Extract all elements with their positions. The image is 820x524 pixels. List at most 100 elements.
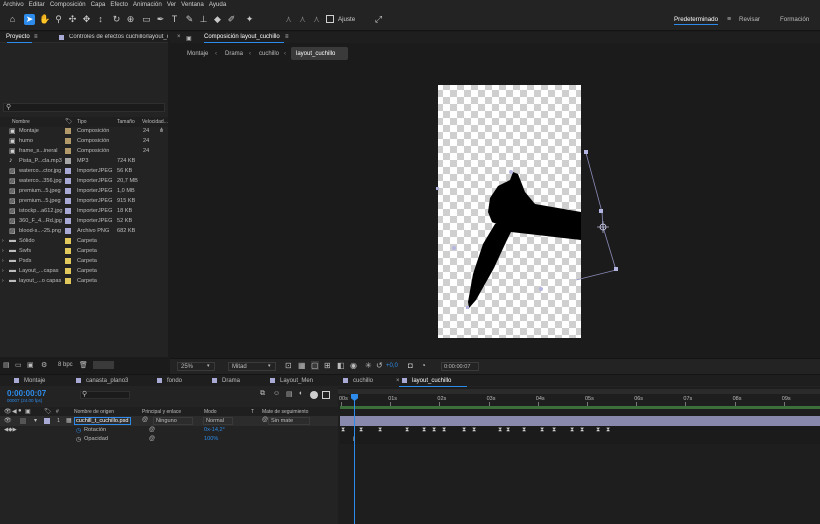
item-label-color[interactable] <box>65 248 71 254</box>
time-navigator[interactable] <box>338 389 820 394</box>
guides-icon[interactable]: ⊞ <box>324 361 331 370</box>
anchor-point[interactable] <box>597 221 609 233</box>
expand-arrow-icon[interactable]: › <box>2 278 4 284</box>
column-type[interactable]: Tipo <box>77 119 87 125</box>
thumbnail-slider[interactable] <box>93 361 114 369</box>
item-label-color[interactable] <box>65 178 71 184</box>
rotation-keyframe[interactable]: ⧗ <box>498 427 502 433</box>
column-source-name[interactable]: Nombre de origen <box>74 409 114 415</box>
search-field[interactable] <box>3 103 165 112</box>
property-value[interactable]: 100% <box>204 436 218 442</box>
rotation-keyframe[interactable]: ⧗ <box>341 427 345 433</box>
menu-editar[interactable]: Editar <box>29 1 45 8</box>
workspace-revisar[interactable]: Revisar <box>739 16 760 23</box>
stopwatch-icon[interactable]: ◷ <box>76 427 81 434</box>
hand-tool-icon[interactable]: ✋ <box>39 14 50 25</box>
timeline-tab[interactable]: cuchillo <box>353 378 373 384</box>
region-of-interest-icon[interactable]: ▢ <box>311 361 319 370</box>
snapshot-icon[interactable]: ◘ <box>408 361 413 370</box>
shy-layers-icon[interactable]: ☺ <box>273 390 280 397</box>
project-item[interactable]: ▨ waterco...ctor.jpg ImporterJPEG 56 KB <box>0 166 167 176</box>
roto-brush-tool-icon[interactable]: ✐ <box>226 14 237 25</box>
color-channels-icon[interactable]: ◉ <box>350 361 357 370</box>
color-management-icon[interactable]: ✳ <box>365 361 372 370</box>
column-name[interactable]: Nombre <box>12 119 30 125</box>
menu-composicion[interactable]: Composición <box>50 1 86 8</box>
expand-arrow-icon[interactable]: › <box>2 258 4 264</box>
property-value[interactable]: 0x-14,2° <box>204 427 225 433</box>
project-item[interactable]: ▣ frame_s...ineral Composición 24 <box>0 146 167 156</box>
local-axis-icon[interactable]: ⋏ <box>283 14 294 25</box>
path-vertex[interactable] <box>599 209 603 213</box>
tab-effect-controls[interactable]: Controles de efectos cuchillo/layout_c <box>69 34 168 40</box>
transparency-grid-icon[interactable]: ▦ <box>298 361 306 370</box>
layer-label-color[interactable] <box>44 418 50 424</box>
bit-depth[interactable]: 8 bpc <box>58 362 73 368</box>
item-label-color[interactable] <box>65 158 71 164</box>
close-tab-icon[interactable]: × <box>396 378 400 384</box>
workspace-predeterminado[interactable]: Predeterminado <box>674 16 719 25</box>
puppet-pin-tool-icon[interactable]: ✦ <box>244 14 255 25</box>
project-item[interactable]: ▨ 360_F_4...Rd.jpg ImporterJPEG 52 KB <box>0 216 167 226</box>
motion-blur-icon[interactable]: ◐ <box>299 390 303 397</box>
rotation-keyframe[interactable]: ⧗ <box>462 427 466 433</box>
project-item[interactable]: ▣ Montaje Composición 24 ⋔ <box>0 126 167 136</box>
rectangle-tool-icon[interactable]: ▭ <box>141 14 152 25</box>
new-folder-icon[interactable]: ▭ <box>15 361 22 369</box>
snap-checkbox[interactable] <box>326 15 334 23</box>
brush-tool-icon[interactable]: ✎ <box>184 14 195 25</box>
composition-viewer[interactable] <box>170 62 820 358</box>
rotation-keyframe[interactable]: ⧗ <box>378 427 382 433</box>
fast-previews-icon[interactable]: ⊡ <box>285 361 292 370</box>
project-item[interactable]: › ▬ Swfs Carpeta <box>0 246 167 256</box>
project-item[interactable]: ▨ premium...5.jpeg ImporterJPEG 1,0 MB <box>0 186 167 196</box>
viewer-timecode[interactable]: 0:00:00:07 <box>441 362 479 371</box>
menu-ayuda[interactable]: Ayuda <box>209 1 226 8</box>
item-label-color[interactable] <box>65 278 71 284</box>
solo-switch[interactable] <box>20 418 26 424</box>
layer-name[interactable]: cuchill_t_cuchillo.psd <box>74 417 131 425</box>
path-vertex[interactable] <box>614 267 618 271</box>
item-label-color[interactable] <box>65 198 71 204</box>
project-settings-icon[interactable]: ⚙ <box>41 361 47 369</box>
item-label-color[interactable] <box>65 148 71 154</box>
playhead-line[interactable] <box>354 394 355 524</box>
menu-efecto[interactable]: Efecto <box>110 1 128 8</box>
rotation-keyframe[interactable]: ⧗ <box>472 427 476 433</box>
video-visibility-icon[interactable]: 👁 <box>4 408 12 415</box>
work-area-bar[interactable] <box>340 406 820 409</box>
path-point[interactable] <box>539 287 543 291</box>
label-column-icon[interactable]: 🏷 <box>44 408 52 415</box>
rotation-keyframe[interactable]: ⧗ <box>522 427 526 433</box>
current-time-display[interactable]: 0:00:00:07 <box>7 389 46 398</box>
workspace-formacion[interactable]: Formación <box>780 16 809 23</box>
breadcrumb-drama[interactable]: Drama <box>225 51 243 57</box>
menu-archivo[interactable]: Archivo <box>3 1 24 8</box>
path-vertex[interactable] <box>436 187 439 190</box>
project-item[interactable]: ▨ waterco...356.jpg ImporterJPEG 20,7 MB <box>0 176 167 186</box>
workspace-menu-icon[interactable]: ≡ <box>727 16 731 23</box>
rotation-keyframe[interactable]: ⧗ <box>596 427 600 433</box>
visibility-eye-icon[interactable]: 👁 <box>4 417 12 424</box>
pan-camera-icon[interactable]: ✥ <box>81 14 92 25</box>
view-axis-icon[interactable]: ⋏ <box>311 14 322 25</box>
selection-tool-icon[interactable]: ➤ <box>24 14 35 25</box>
item-label-color[interactable] <box>65 168 71 174</box>
project-item[interactable]: › ▬ Psds Carpeta <box>0 256 167 266</box>
interpret-footage-icon[interactable]: ▤ <box>3 361 10 369</box>
pen-tool-icon[interactable]: ✒ <box>155 14 166 25</box>
snap-options-icon[interactable]: ⤢ <box>373 14 384 25</box>
graph-editor-icon[interactable] <box>310 391 318 399</box>
column-mode[interactable]: Modo <box>204 409 217 415</box>
keyframe-navigator-icon[interactable]: ◀◆▶ <box>4 427 17 433</box>
expand-arrow-icon[interactable]: › <box>2 268 4 274</box>
project-item[interactable]: › ▬ layout_...o capas Carpeta <box>0 276 167 286</box>
project-item[interactable]: › ▬ Sólido Carpeta <box>0 236 167 246</box>
stopwatch-icon[interactable]: ◷ <box>76 436 81 443</box>
timeline-tab[interactable]: Layout_Men <box>280 378 313 384</box>
project-item[interactable]: ▨ blood-s...-25.png Archivo PNG 682 KB <box>0 226 167 236</box>
breadcrumb-montaje[interactable]: Montaje <box>187 51 208 57</box>
audio-icon[interactable]: ◀ <box>12 408 17 415</box>
frame-blending-icon[interactable]: ▤ <box>286 390 293 398</box>
tab-composition[interactable]: Composición layout_cuchillo <box>204 34 280 40</box>
